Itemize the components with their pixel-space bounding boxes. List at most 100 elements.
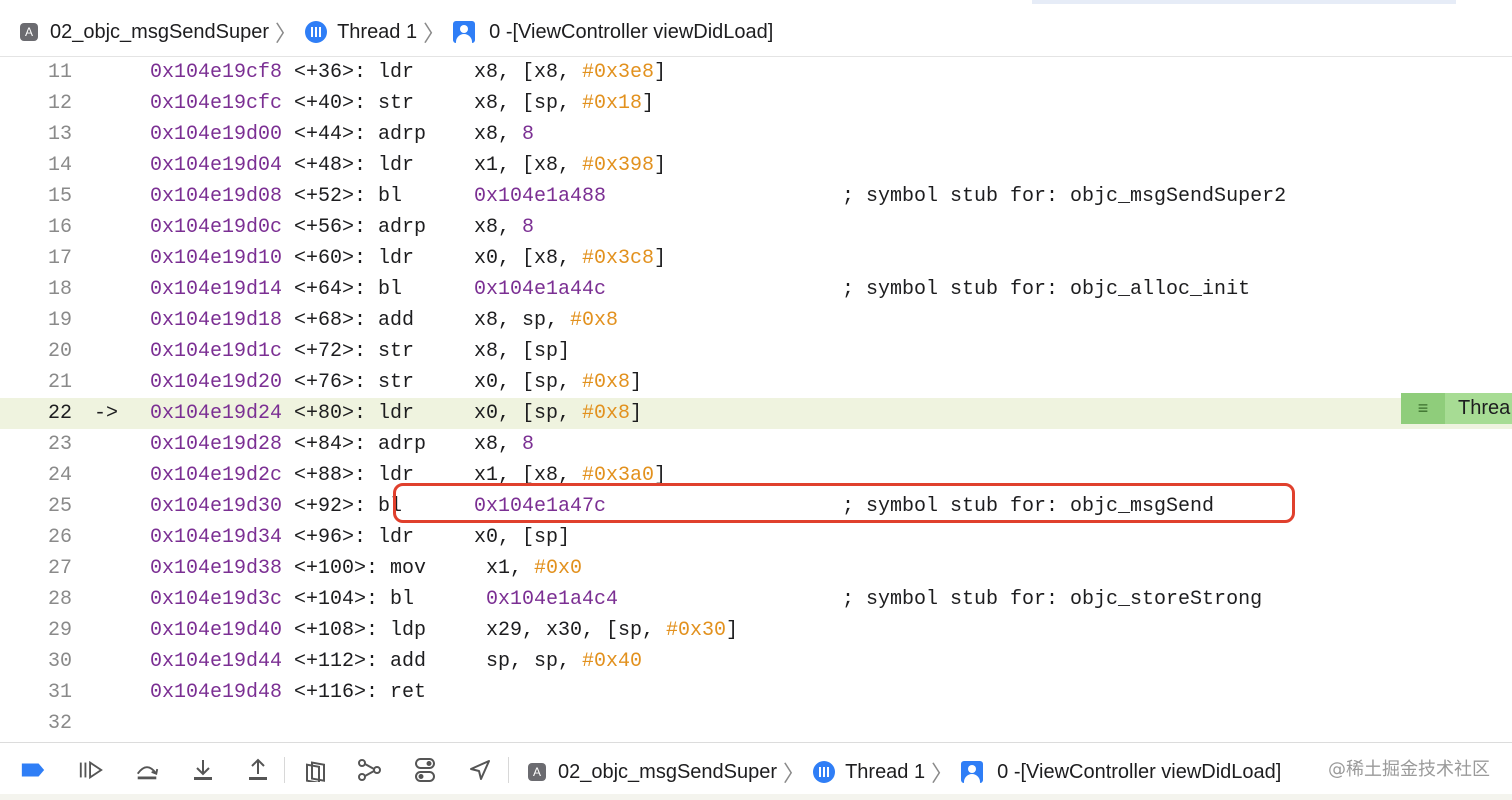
operand-text: ] xyxy=(654,247,667,270)
instruction-row[interactable]: 13 0x104e19d00 <+44>: adrp x8, 8 xyxy=(0,119,1512,150)
instruction-offset: <+76>: xyxy=(294,371,367,394)
instruction-offset: <+60>: xyxy=(294,247,367,270)
instruction-row[interactable]: 19 0x104e19d18 <+68>: add x8, sp, #0x8 xyxy=(0,305,1512,336)
instruction-offset: <+56>: xyxy=(294,216,367,239)
instruction-offset: <+108>: xyxy=(294,619,379,642)
line-number: 20 xyxy=(47,340,72,363)
line-number: 18 xyxy=(47,278,72,301)
immediate-operand: #0x18 xyxy=(582,92,643,115)
chevron-right-icon: 〉 xyxy=(931,761,954,786)
line-number: 13 xyxy=(47,123,72,146)
step-over-icon[interactable] xyxy=(134,757,160,783)
instruction-mnemonic: bl xyxy=(390,588,415,611)
instruction-row[interactable]: 26 0x104e19d34 <+96>: ldr x0, [sp] xyxy=(0,522,1512,553)
operand-text: ] xyxy=(654,154,667,177)
operand-text: ] xyxy=(630,402,643,425)
instruction-address: 0x104e19d2c xyxy=(150,464,283,487)
environment-overrides-icon[interactable] xyxy=(412,757,438,783)
thread-indicator-badge[interactable]: ≡ Threa xyxy=(1401,393,1512,424)
branch-target: 0x104e1a4c4 xyxy=(486,588,619,611)
operand-text: ] xyxy=(726,619,739,642)
breadcrumb-thread-label: Thread 1 xyxy=(337,20,418,43)
breadcrumb-project[interactable]: A 02_objc_msgSendSuper xyxy=(20,21,269,44)
bottom-strip xyxy=(0,794,1512,800)
line-number: 12 xyxy=(47,92,72,115)
instruction-row[interactable]: 28 0x104e19d3c <+104>: bl 0x104e1a4c4 ; symbo… xyxy=(0,584,1512,615)
instruction-row[interactable]: 15 0x104e19d08 <+52>: bl 0x104e1a488 ; symbol… xyxy=(0,181,1512,212)
debug-breadcrumb-project[interactable]: A 02_objc_msgSendSuper xyxy=(528,761,777,784)
instruction-row[interactable]: 27 0x104e19d38 <+100>: mov x1, #0x0 xyxy=(0,553,1512,584)
chevron-right-icon: 〉 xyxy=(783,761,806,786)
breakpoints-toggle-icon[interactable] xyxy=(20,757,46,783)
thread-badge-menu-icon[interactable]: ≡ xyxy=(1401,393,1445,424)
instruction-offset: <+44>: xyxy=(294,123,367,146)
instruction-offset: <+48>: xyxy=(294,154,367,177)
operand-text: ] xyxy=(630,371,643,394)
instruction-offset: <+68>: xyxy=(294,309,367,332)
current-instruction-row[interactable]: 22 -> 0x104e19d24 <+80>: ldr x0, [sp, #0x8] xyxy=(0,398,1512,429)
instruction-row[interactable]: 23 0x104e19d28 <+84>: adrp x8, 8 xyxy=(0,429,1512,460)
instruction-address: 0x104e19d30 xyxy=(150,495,283,518)
immediate-operand: #0x398 xyxy=(582,154,655,177)
simulate-location-icon[interactable] xyxy=(467,757,493,783)
operand-text: x8, xyxy=(474,216,523,239)
jump-bar: A 02_objc_msgSendSuper 〉 Thread 1 〉 0 -[… xyxy=(0,0,1512,57)
instruction-row[interactable]: 29 0x104e19d40 <+108>: ldp x29, x30, [sp, #0… xyxy=(0,615,1512,646)
line-number: 15 xyxy=(47,185,72,208)
instruction-row[interactable]: 20 0x104e19d1c <+72>: str x8, [sp] xyxy=(0,336,1512,367)
instruction-operands: x0, [sp, #0x8] xyxy=(474,398,642,429)
immediate-operand: #0x3c8 xyxy=(582,247,655,270)
toolbar-divider xyxy=(508,757,509,783)
immediate-operand: #0x3e8 xyxy=(582,61,655,84)
breadcrumb-frame-label: 0 -[ViewController viewDidLoad] xyxy=(489,20,774,43)
line-number: 23 xyxy=(47,433,72,456)
line-number: 14 xyxy=(47,154,72,177)
step-out-icon[interactable] xyxy=(245,757,271,783)
instruction-mnemonic: ldr xyxy=(378,247,415,270)
instruction-row[interactable]: 30 0x104e19d44 <+112>: add sp, sp, #0x40 xyxy=(0,646,1512,677)
continue-icon[interactable] xyxy=(78,757,104,783)
instruction-row[interactable]: 31 0x104e19d48 <+116>: ret xyxy=(0,677,1512,708)
instruction-mnemonic: add xyxy=(390,650,427,673)
annotation-highlight-box xyxy=(393,483,1295,523)
line-number: 26 xyxy=(47,526,72,549)
instruction-operands: x29, x30, [sp, #0x30] xyxy=(486,615,738,646)
branch-target: 0x104e1a44c xyxy=(474,278,607,301)
breadcrumb-frame[interactable]: 0 -[ViewController viewDidLoad] xyxy=(453,21,773,44)
line-number: 32 xyxy=(47,712,72,735)
breadcrumb-project-label: 02_objc_msgSendSuper xyxy=(50,20,270,43)
breadcrumb-thread[interactable]: Thread 1 xyxy=(305,21,417,44)
instruction-row[interactable]: 18 0x104e19d14 <+64>: bl 0x104e1a44c ; symbol… xyxy=(0,274,1512,305)
instruction-row[interactable]: 11 0x104e19cf8 <+36>: ldr x8, [x8, #0x3e8] xyxy=(0,57,1512,88)
operand-text: ] xyxy=(654,61,667,84)
immediate-operand: #0x0 xyxy=(534,557,583,580)
instruction-mnemonic: bl xyxy=(378,278,403,301)
instruction-row[interactable]: 12 0x104e19cfc <+40>: str x8, [sp, #0x18] xyxy=(0,88,1512,119)
line-number: 29 xyxy=(47,619,72,642)
debug-breadcrumb-frame[interactable]: 0 -[ViewController viewDidLoad] xyxy=(961,761,1281,784)
instruction-offset: <+92>: xyxy=(294,495,367,518)
instruction-row[interactable]: 32 xyxy=(0,708,1512,739)
immediate-operand: #0x40 xyxy=(582,650,643,673)
instruction-address: 0x104e19d08 xyxy=(150,185,283,208)
watermark: @稀土掘金技术社区 xyxy=(1328,759,1490,780)
operand-text: x8, [x8, xyxy=(474,61,583,84)
view-hierarchy-icon[interactable] xyxy=(302,757,328,783)
operand-text: 8 xyxy=(522,216,535,239)
instruction-address: 0x104e19d40 xyxy=(150,619,283,642)
memory-graph-icon[interactable] xyxy=(357,757,383,783)
instruction-operands: x8, 8 xyxy=(474,119,534,150)
chevron-right-icon: 〉 xyxy=(275,21,298,46)
debug-breadcrumb-thread[interactable]: Thread 1 xyxy=(813,761,925,784)
operand-text: x8, [sp] xyxy=(474,340,571,363)
instruction-row[interactable]: 17 0x104e19d10 <+60>: ldr x0, [x8, #0x3c8] xyxy=(0,243,1512,274)
instruction-offset: <+80>: xyxy=(294,402,367,425)
instruction-address: 0x104e19d14 xyxy=(150,278,283,301)
instruction-address: 0x104e19d38 xyxy=(150,557,283,580)
instruction-row[interactable]: 14 0x104e19d04 <+48>: ldr x1, [x8, #0x398] xyxy=(0,150,1512,181)
step-into-icon[interactable] xyxy=(190,757,216,783)
operand-text: x1, [x8, xyxy=(474,154,583,177)
instruction-row[interactable]: 21 0x104e19d20 <+76>: str x0, [sp, #0x8] xyxy=(0,367,1512,398)
instruction-offset: <+96>: xyxy=(294,526,367,549)
instruction-row[interactable]: 16 0x104e19d0c <+56>: adrp x8, 8 xyxy=(0,212,1512,243)
